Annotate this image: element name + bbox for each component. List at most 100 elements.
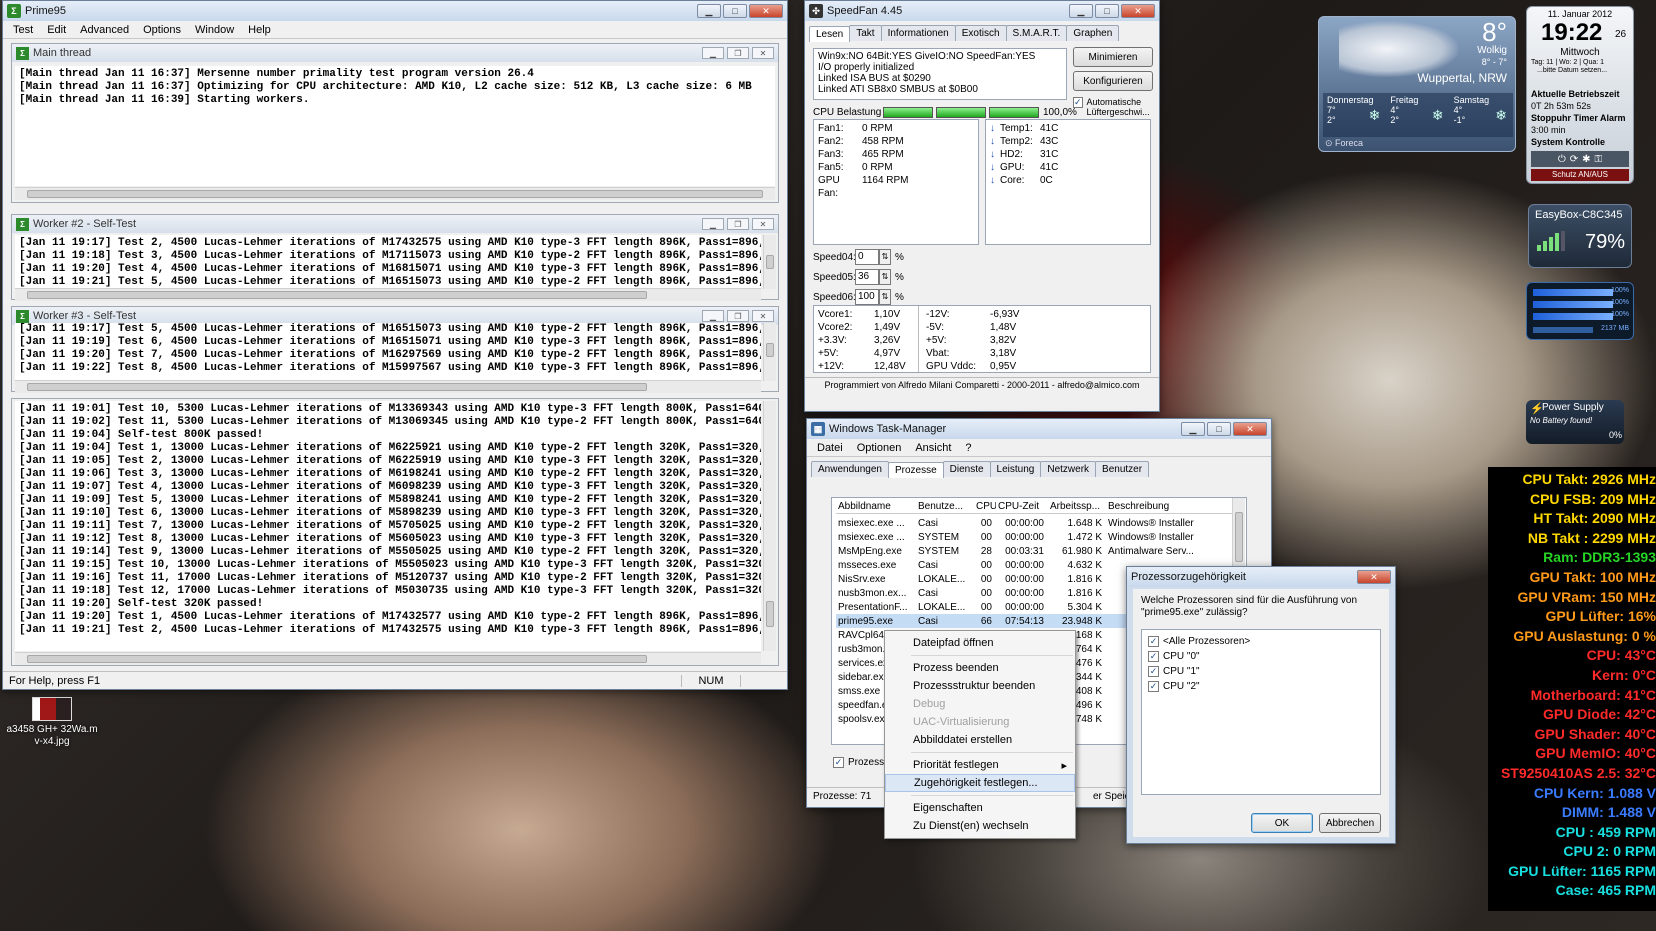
column-header[interactable]: Beschreibung [1106, 501, 1232, 512]
worker3-log[interactable]: [Jan 11 19:17] Test 5, 4500 Lucas-Lehmer… [15, 323, 761, 381]
close-button[interactable]: ✕ [752, 310, 774, 322]
minimize-app-button[interactable]: Minimieren [1073, 47, 1153, 67]
menu-item[interactable]: Edit [47, 24, 66, 36]
horizontal-scrollbar[interactable] [15, 652, 761, 665]
menu-item[interactable]: Options [143, 24, 181, 36]
speed-input[interactable]: 0 [855, 249, 879, 265]
minimize-button[interactable]: ▁ [1181, 422, 1205, 436]
power-supply-gadget[interactable]: ⚡ Power Supply No Battery found! 0% [1526, 400, 1624, 444]
context-menu-item[interactable]: Abbilddatei erstellen [885, 731, 1075, 749]
tab-leistung[interactable]: Leistung [989, 461, 1042, 477]
affinity-titlebar[interactable]: Prozessorzugehörigkeit ✕ [1127, 567, 1395, 587]
column-header[interactable]: CPU-Zeit [996, 501, 1048, 512]
table-row[interactable]: msiexec.exe ... Casi 00 00:00:00 1.648 K Wind… [836, 516, 1232, 530]
column-header[interactable]: Arbeitssp... [1048, 501, 1106, 512]
tab-prozesse[interactable]: Prozesse [887, 462, 944, 478]
menu-item[interactable]: Window [195, 24, 234, 36]
menu-item[interactable]: Ansicht [915, 442, 951, 454]
context-menu-item[interactable]: Prozess beenden [885, 659, 1075, 677]
menu-item[interactable]: Test [13, 24, 33, 36]
tab-benutzer[interactable]: Benutzer [1095, 461, 1150, 477]
tab-anwendungen[interactable]: Anwendungen [811, 461, 889, 477]
tab-takt[interactable]: Takt [849, 25, 882, 41]
close-button[interactable]: ✕ [752, 218, 774, 230]
spin-arrows-icon[interactable]: ⇅ [879, 249, 891, 265]
auto-fan-checkbox[interactable]: ✓ Automatische Lüftergeschwi... [1073, 97, 1155, 117]
vertical-scrollbar[interactable] [763, 401, 776, 651]
settings-icon[interactable]: ✱ [1582, 154, 1590, 165]
protect-toggle[interactable]: Schutz AN/AUS [1531, 169, 1629, 181]
minimize-button[interactable]: ▁ [702, 310, 724, 322]
processor-checkbox[interactable]: ✓ CPU "2" [1148, 679, 1374, 694]
close-button[interactable]: ✕ [1233, 422, 1267, 436]
main-thread-log[interactable]: [Main thread Jan 11 16:37] Mersenne numb… [15, 66, 775, 186]
tab-dienste[interactable]: Dienste [942, 461, 991, 477]
system-control-icons[interactable]: ⏻ ⟳ ✱ ⚿ [1531, 151, 1629, 167]
worker2-log[interactable]: [Jan 11 19:17] Test 2, 4500 Lucas-Lehmer… [15, 235, 761, 289]
tab-graphen[interactable]: Graphen [1066, 25, 1120, 41]
configure-button[interactable]: Konfigurieren [1073, 71, 1153, 91]
tab-netzwerk[interactable]: Netzwerk [1040, 461, 1097, 477]
worker1-log[interactable]: [Jan 11 19:01] Test 10, 5300 Lucas-Lehme… [15, 401, 761, 651]
menu-item[interactable]: Datei [817, 442, 843, 454]
horizontal-scrollbar[interactable] [15, 380, 761, 393]
menu-item[interactable]: Help [248, 24, 271, 36]
column-header[interactable]: CPU [974, 501, 996, 512]
restart-icon[interactable]: ⟳ [1570, 154, 1578, 165]
main-thread-titlebar[interactable]: Σ Main thread ▁ ❐ ✕ [12, 44, 778, 62]
tab-lesen[interactable]: Lesen [809, 26, 851, 42]
context-menu-item[interactable]: Zu Dienst(en) wechseln [885, 817, 1075, 835]
close-button[interactable]: ✕ [1357, 570, 1391, 584]
context-menu-item[interactable]: Dateipfad öffnen [885, 634, 1075, 652]
menu-item[interactable]: Optionen [857, 442, 902, 454]
speedfan-titlebar[interactable]: ✣ SpeedFan 4.45 ▁ □ ✕ [805, 1, 1159, 21]
vertical-scrollbar[interactable] [763, 323, 776, 381]
close-button[interactable]: ✕ [752, 47, 774, 59]
worker2-titlebar[interactable]: Σ Worker #2 - Self-Test ▁ ❐ ✕ [12, 215, 778, 233]
minimize-button[interactable]: ▁ [1069, 4, 1093, 18]
power-icon[interactable]: ⏻ [1558, 154, 1566, 165]
processor-checkbox[interactable]: ✓ CPU "0" [1148, 649, 1374, 664]
restore-button[interactable]: ❐ [727, 218, 749, 230]
weather-gadget[interactable]: 8° Wolkig 8° - 7° Wuppertal, NRW Donners… [1318, 16, 1516, 152]
horizontal-scrollbar[interactable] [15, 187, 775, 200]
menu-item[interactable]: Advanced [80, 24, 129, 36]
close-button[interactable]: ✕ [749, 4, 783, 18]
minimize-button[interactable]: ▁ [702, 218, 724, 230]
context-menu-item[interactable]: Prozessstruktur beenden [885, 677, 1075, 695]
spin-arrows-icon[interactable]: ⇅ [879, 289, 891, 305]
speed-input[interactable]: 100 [855, 289, 879, 305]
ok-button[interactable]: OK [1251, 813, 1313, 833]
maximize-button[interactable]: □ [1207, 422, 1231, 436]
processor-checkbox[interactable]: ✓ CPU "1" [1148, 664, 1374, 679]
minimize-button[interactable]: ▁ [702, 47, 724, 59]
close-button[interactable]: ✕ [1121, 4, 1155, 18]
taskmanager-titlebar[interactable]: ▦ Windows Task-Manager ▁ □ ✕ [807, 419, 1271, 439]
tab-exotisch[interactable]: Exotisch [954, 25, 1007, 41]
column-header[interactable]: Benutze... [916, 501, 974, 512]
context-menu-item[interactable]: Priorität festlegen ▸ [885, 756, 1075, 774]
spin-arrows-icon[interactable]: ⇅ [879, 269, 891, 285]
restore-button[interactable]: ❐ [727, 310, 749, 322]
wifi-gadget[interactable]: EasyBox-C8C345 79% [1528, 204, 1632, 268]
vertical-scrollbar[interactable] [763, 235, 776, 289]
context-menu-item[interactable]: Eigenschaften [885, 799, 1075, 817]
speed-input[interactable]: 36 [855, 269, 879, 285]
restore-button[interactable]: ❐ [727, 47, 749, 59]
minimize-button[interactable]: ▁ [697, 4, 721, 18]
cancel-button[interactable]: Abbrechen [1319, 813, 1381, 833]
horizontal-scrollbar[interactable] [15, 288, 761, 301]
cpu-ram-meter-gadget[interactable]: 100% 100% 100% 2137 MB [1526, 282, 1634, 340]
clock-gadget[interactable]: 11. Januar 2012 19:22 26 Mittwoch Tag: 1… [1526, 6, 1634, 184]
processor-checkbox[interactable]: ✓ <Alle Prozessoren> [1148, 634, 1374, 649]
tab-smart[interactable]: S.M.A.R.T. [1005, 25, 1068, 41]
column-header[interactable]: Abbildname [836, 501, 916, 512]
tab-informationen[interactable]: Informationen [880, 25, 956, 41]
menu-item[interactable]: ? [965, 442, 971, 454]
table-row[interactable]: msiexec.exe ... SYSTEM 00 00:00:00 1.472 K Wi… [836, 530, 1232, 544]
table-row[interactable]: MsMpEng.exe SYSTEM 28 00:03:31 61.980 K Antim… [836, 544, 1232, 558]
maximize-button[interactable]: □ [1095, 4, 1119, 18]
context-menu-item[interactable]: Zugehörigkeit festlegen... [885, 774, 1075, 792]
lock-icon[interactable]: ⚿ [1595, 154, 1603, 165]
show-all-processes-checkbox[interactable]: ✓ Prozesse [833, 757, 890, 768]
